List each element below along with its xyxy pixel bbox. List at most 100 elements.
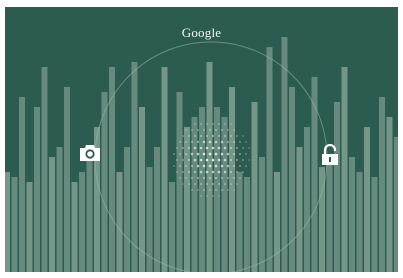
glowpad-dot xyxy=(220,140,224,144)
lockscreen: Google xyxy=(5,7,398,272)
glowpad-dot xyxy=(173,153,175,155)
glowpad-dot xyxy=(206,183,208,185)
glowpad-dot xyxy=(233,177,235,179)
glowpad-dot xyxy=(224,135,226,137)
glowpad-dot xyxy=(224,123,226,125)
glowpad-dot xyxy=(194,135,196,137)
glowpad-dot xyxy=(188,183,190,185)
glowpad-dot xyxy=(217,158,221,162)
glowpad-dot xyxy=(245,153,247,155)
glowpad-dot xyxy=(236,135,238,137)
glowpad-dot xyxy=(230,147,232,149)
glowpad-dot xyxy=(212,195,214,197)
glowpad-dot xyxy=(188,159,190,161)
glowpad-dot xyxy=(230,159,232,161)
glowpad-dot xyxy=(223,146,227,150)
glowpad-dot xyxy=(179,141,181,143)
glowpad-dot xyxy=(176,171,178,173)
glowpad-dot xyxy=(220,152,224,156)
glowpad-dot xyxy=(197,177,199,179)
glowpad-dot xyxy=(205,158,209,162)
glowpad-dot xyxy=(227,177,229,179)
glowpad-dot xyxy=(223,158,227,162)
glowpad-dot xyxy=(185,153,187,155)
glowpad-dot xyxy=(188,147,190,149)
glowpad-dot xyxy=(182,183,184,185)
glowpad-dot xyxy=(215,189,217,191)
glowpad-dot xyxy=(176,147,178,149)
glowpad-dot xyxy=(188,135,190,137)
glowpad-dot xyxy=(242,159,244,161)
camera-icon xyxy=(80,145,100,161)
glowpad-dot xyxy=(193,158,197,162)
camera-target[interactable] xyxy=(77,140,103,166)
glowpad-dot xyxy=(182,147,184,149)
glowpad-dot xyxy=(226,152,230,156)
glowpad-dot xyxy=(211,158,215,162)
glowpad-dot xyxy=(233,141,235,143)
glowpad-dot xyxy=(217,146,221,150)
glowpad-dot xyxy=(173,165,175,167)
glowpad-dot xyxy=(236,159,238,161)
glowpad-dot xyxy=(245,165,247,167)
glowpad-dot xyxy=(233,153,235,155)
glowpad-dot xyxy=(182,159,184,161)
glowpad-dot xyxy=(215,129,217,131)
glowpad-dot xyxy=(211,170,215,174)
glowpad-dot xyxy=(197,129,199,131)
glowpad-dot xyxy=(179,165,181,167)
google-search-label[interactable]: Google xyxy=(5,25,398,41)
glowpad-dot xyxy=(227,189,229,191)
glowpad-dot xyxy=(242,135,244,137)
glowpad-dot xyxy=(202,140,206,144)
glowpad-dot xyxy=(221,129,223,131)
glowpad-dot xyxy=(197,189,199,191)
glowpad-handle[interactable] xyxy=(173,123,250,197)
glowpad-dot xyxy=(196,152,200,156)
glowpad-dot xyxy=(224,183,226,185)
glowpad-dot xyxy=(206,195,208,197)
glowpad-dot xyxy=(230,183,232,185)
glowpad-dot xyxy=(239,177,241,179)
glowpad-dot xyxy=(230,135,232,137)
glowpad-dot xyxy=(245,141,247,143)
glowpad-dot xyxy=(203,189,205,191)
glowpad-dot xyxy=(248,159,250,161)
glowpad-dot xyxy=(218,183,220,185)
glowpad-dot xyxy=(191,189,193,191)
glowpad-dot xyxy=(199,146,203,150)
glowpad-dot xyxy=(202,164,206,168)
glowpad-dot xyxy=(218,195,220,197)
glowpad-dot xyxy=(214,164,218,168)
glowpad-dot xyxy=(185,141,187,143)
glowpad-dot xyxy=(223,170,227,174)
glowpad-dot xyxy=(205,170,209,174)
glowpad-dot xyxy=(194,171,196,173)
glowpad-dot xyxy=(236,183,238,185)
glowpad-dot xyxy=(214,140,218,144)
glowpad-dot xyxy=(176,159,178,161)
glowpad-dot xyxy=(212,183,214,185)
glowpad-dot xyxy=(233,165,235,167)
glowpad-dot xyxy=(209,189,211,191)
glowpad-dot xyxy=(191,129,193,131)
glowpad-dot xyxy=(248,147,250,149)
glowpad-dot xyxy=(230,171,232,173)
glowpad-dot xyxy=(226,164,230,168)
glowpad-dot xyxy=(218,123,220,125)
unlock-target[interactable] xyxy=(317,142,343,168)
glowpad-dot xyxy=(239,141,241,143)
glowpad-dot xyxy=(194,123,196,125)
glowpad-dot xyxy=(206,135,208,137)
glowpad-dot xyxy=(190,152,194,156)
glowpad-ring xyxy=(94,41,328,272)
glowpad-dot xyxy=(220,164,224,168)
glowpad-dot xyxy=(212,123,214,125)
glowpad-dot xyxy=(200,195,202,197)
glowpad-dot xyxy=(196,164,200,168)
glowpad-dot xyxy=(199,158,203,162)
glowpad-dot xyxy=(200,135,202,137)
glowpad-dot xyxy=(191,141,193,143)
glowpad-dot xyxy=(179,153,181,155)
glowpad-dot xyxy=(236,171,238,173)
